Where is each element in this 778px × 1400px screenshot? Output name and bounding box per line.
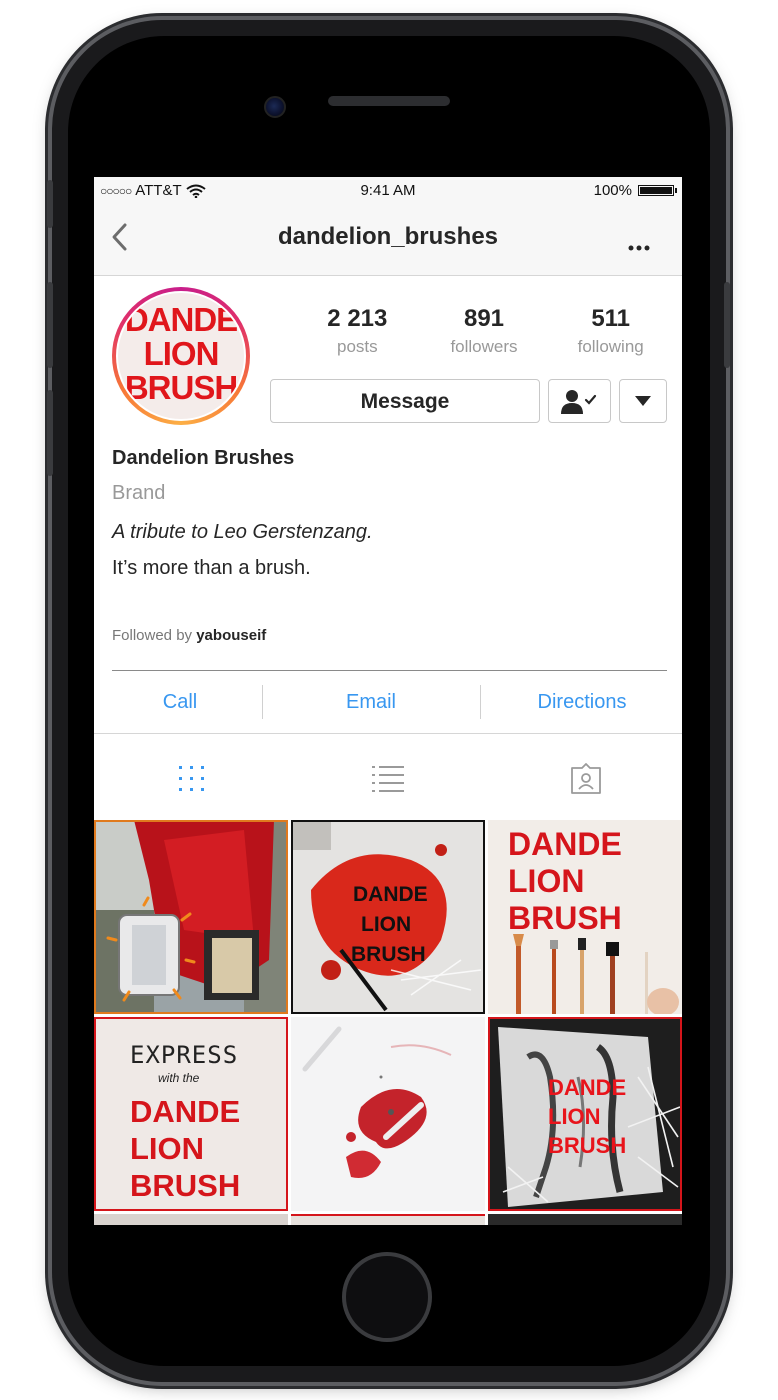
stat-followers[interactable]: 891 followers [421, 305, 548, 357]
phone-screen: ○○○○○ ATT&T 9:41 AM 100% dandelion_brush… [94, 177, 682, 1225]
post-logo-line: BRUSH [508, 900, 622, 936]
avatar-line-3: BRUSH [124, 369, 238, 406]
post-thumbnail[interactable]: DANDE LION BRUSH [291, 820, 485, 1014]
earpiece-speaker [328, 96, 450, 106]
view-tabs [94, 734, 682, 820]
status-bar: ○○○○○ ATT&T 9:41 AM 100% [94, 177, 682, 205]
post-thumbnail[interactable] [94, 820, 288, 1014]
more-options-icon[interactable] [628, 245, 650, 251]
post-thumbnail[interactable]: DANDE LION BRUSH [488, 1017, 682, 1211]
post-thumbnail[interactable]: DANDE LION BRUSH [488, 820, 682, 1014]
grid-view-icon[interactable] [174, 762, 210, 796]
profile-username-title: dandelion_brushes [277, 223, 499, 250]
post-logo-line: DANDE [130, 1094, 241, 1129]
post-logo-line: BRUSH [548, 1133, 627, 1158]
avatar-line-2: LION [143, 335, 220, 372]
followed-by[interactable]: Followed by yabouseif [112, 627, 266, 644]
list-view-icon[interactable] [370, 762, 406, 796]
post-logo-text: DANDE LION BRUSH [508, 826, 622, 937]
home-button[interactable] [342, 1252, 432, 1342]
silent-switch [47, 180, 53, 228]
posts-count: 2 213 [327, 305, 388, 332]
following-count: 511 [591, 305, 631, 332]
post-logo-line: LION [361, 913, 412, 936]
contact-actions: Call Email Directions [94, 671, 682, 733]
power-button [724, 282, 730, 368]
battery-percent: 100% [593, 182, 632, 199]
tagged-photos-icon[interactable] [568, 762, 604, 796]
avatar-line-1: DANDE [124, 301, 238, 338]
battery-icon [638, 185, 677, 196]
volume-up-button [47, 282, 53, 368]
story-ring[interactable]: DANDE LION BRUSH [112, 287, 250, 425]
profile-category: Brand [112, 482, 166, 504]
post-with-text: with the [158, 1071, 200, 1085]
avatar-logo-text: DANDE LION BRUSH [118, 303, 244, 405]
post-logo-line: LION [130, 1131, 205, 1166]
post-thumbnail[interactable] [291, 1017, 485, 1211]
post-thumbnail[interactable] [291, 1214, 485, 1225]
following-label: following [577, 337, 644, 356]
email-button[interactable]: Email [266, 671, 476, 733]
caret-down-icon [635, 396, 651, 406]
directions-button[interactable]: Directions [482, 671, 682, 733]
post-logo-line: BRUSH [351, 943, 426, 966]
contact-separator [262, 685, 263, 719]
followers-label: followers [450, 337, 518, 356]
profile-name: Dandelion Brushes [112, 447, 295, 469]
post-thumbnail[interactable] [94, 1214, 288, 1225]
post-logo-text: DANDE LION BRUSH [548, 1073, 626, 1160]
followed-by-user[interactable]: yabouseif [196, 627, 266, 644]
post-image-brushstroke [302, 1026, 452, 1178]
post-thumbnail[interactable]: EXPRESS with the DANDE LION BRUSH [94, 1017, 288, 1211]
post-logo-text: DANDE LION BRUSH [351, 880, 428, 970]
post-grid: DANDE LION BRUSH DANDE LION BRUSH EXPRES… [94, 820, 682, 1225]
followed-by-prefix: Followed by [112, 627, 193, 644]
post-logo-line: LION [548, 1104, 601, 1129]
post-image-brushes [513, 934, 679, 1014]
bio-line-1: A tribute to Leo Gerstenzang. [112, 521, 373, 543]
posts-label: posts [337, 337, 378, 356]
message-button[interactable]: Message [270, 379, 540, 423]
post-express-text: EXPRESS [130, 1041, 239, 1069]
status-right: 100% [593, 182, 677, 199]
post-logo-line: DANDE [508, 826, 622, 862]
nav-bar: dandelion_brushes [94, 205, 682, 276]
volume-down-button [47, 390, 53, 476]
avatar: DANDE LION BRUSH [116, 291, 246, 421]
profile-stats: 2 213 posts 891 followers 511 following [294, 305, 674, 357]
bio-line-2: It’s more than a brush. [112, 557, 311, 579]
post-logo-line: DANDE [548, 1075, 627, 1100]
contact-separator [480, 685, 481, 719]
stat-following[interactable]: 511 following [547, 305, 674, 357]
stat-posts[interactable]: 2 213 posts [294, 305, 421, 357]
front-camera [264, 96, 286, 118]
post-logo-line: DANDE [353, 883, 428, 906]
post-logo-text: DANDE LION BRUSH [130, 1093, 240, 1204]
post-thumbnail[interactable] [488, 1214, 682, 1225]
suggestions-dropdown-button[interactable] [619, 379, 667, 423]
post-image-photo [96, 822, 286, 1012]
call-button[interactable]: Call [94, 671, 266, 733]
user-check-icon [561, 390, 597, 414]
followers-count: 891 [463, 305, 505, 332]
post-logo-line: BRUSH [130, 1168, 241, 1203]
post-logo-line: LION [508, 863, 585, 899]
following-status-button[interactable] [548, 379, 611, 423]
